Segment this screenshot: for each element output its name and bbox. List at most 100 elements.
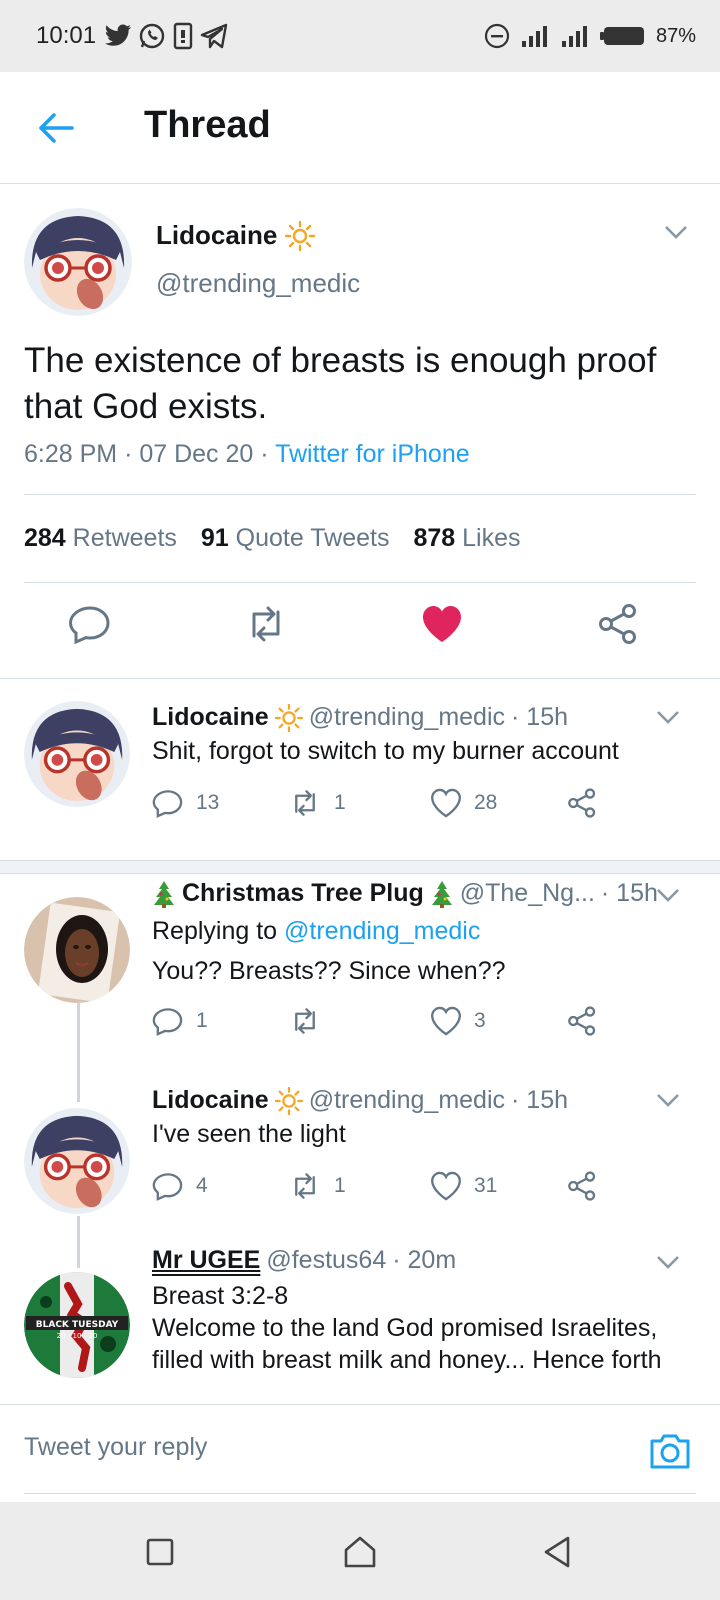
author-name-row: Lidocaine [156, 220, 316, 251]
avatar[interactable] [24, 1108, 130, 1214]
tweet-stats: 284 Retweets 91 Quote Tweets 878 Likes [24, 524, 521, 553]
reply-input[interactable]: Tweet your reply [24, 1433, 207, 1462]
battery-percent: 87% [655, 24, 696, 47]
avatar-text: 20 - 10 - 20 [57, 1332, 98, 1340]
chevron-down-icon[interactable] [656, 709, 680, 725]
replying-to: Replying to @trending_medic [152, 915, 480, 947]
quotes-stat[interactable]: 91 Quote Tweets [201, 524, 390, 553]
reply-count: 13 [196, 791, 220, 814]
page-title: Thread [144, 104, 271, 146]
reply-action[interactable]: 1 [152, 1005, 208, 1037]
retweet-icon [295, 790, 315, 816]
author-handle[interactable]: @trending_medic [309, 703, 505, 732]
reply-tweet[interactable]: BLACK TUESDAY 20 - 10 - 20 Mr UGEE @fest… [0, 1250, 720, 1404]
author-handle[interactable]: @festus64 [266, 1250, 386, 1275]
retweet-action[interactable] [288, 1005, 334, 1037]
reply-actions: 4 1 31 [152, 1170, 692, 1206]
replying-to-handle[interactable]: @trending_medic [284, 917, 480, 945]
thread-header: Thread [0, 72, 720, 184]
home-button[interactable] [340, 1532, 380, 1572]
author-name[interactable]: Christmas Tree Plug [182, 879, 424, 908]
sun-icon [274, 703, 303, 732]
reply-icon [152, 1173, 183, 1201]
avatar[interactable] [24, 897, 130, 1003]
reply-count: 1 [196, 1009, 208, 1032]
likes-label: Likes [462, 524, 521, 552]
avatar[interactable] [24, 701, 130, 807]
share-action[interactable] [566, 1005, 598, 1037]
telegram-notification-icon [200, 23, 228, 49]
author-name[interactable]: Mr UGEE [152, 1250, 260, 1275]
retweet-icon[interactable] [244, 602, 288, 646]
reply-text: I've seen the light [152, 1120, 346, 1148]
reply-actions: 1 3 [152, 1005, 692, 1041]
whatsapp-notification-icon [139, 23, 165, 49]
system-icons: 87% [484, 20, 696, 52]
share-action[interactable] [566, 787, 598, 819]
avatar[interactable]: BLACK TUESDAY 20 - 10 - 20 [24, 1272, 130, 1378]
quotes-count: 91 [200, 524, 229, 552]
tree-icon [154, 880, 174, 908]
chevron-down-icon[interactable] [656, 887, 680, 903]
reply-action[interactable]: 13 [152, 787, 219, 819]
composer-underline [24, 1493, 696, 1494]
likes-count: 878 [413, 524, 456, 552]
quotes-label: Quote Tweets [235, 524, 390, 552]
author-handle[interactable]: @The_Ng... [460, 879, 595, 908]
reply-icon [152, 1008, 183, 1036]
tweet-source[interactable]: Twitter for iPhone [275, 440, 470, 468]
likes-stat[interactable]: 878 Likes [413, 524, 520, 553]
reply-icon[interactable] [68, 602, 112, 646]
reply-time: · 15h [600, 879, 658, 907]
reply-text: Shit, forgot to switch to my burner acco… [152, 737, 619, 765]
retweet-action[interactable]: 1 [288, 1170, 346, 1202]
battery-icon [599, 27, 644, 45]
sim-notification-icon [173, 22, 193, 50]
reply-text: You?? Breasts?? Since when?? [152, 957, 506, 985]
dnd-icon [484, 23, 510, 49]
reply-actions: 13 1 28 [152, 787, 692, 823]
author-name[interactable]: Lidocaine [152, 703, 269, 732]
share-icon [568, 1006, 596, 1036]
heart-outline-icon [431, 1171, 461, 1201]
reply-time: · 15h [511, 1086, 568, 1114]
like-action[interactable]: 28 [430, 787, 497, 819]
like-action[interactable]: 3 [430, 1005, 486, 1037]
chevron-down-icon[interactable] [656, 1254, 680, 1270]
camera-icon[interactable] [648, 1429, 692, 1473]
chevron-down-icon[interactable] [664, 224, 688, 240]
replying-to-prefix: Replying to [152, 917, 278, 945]
signal-icon-sim1 [521, 26, 547, 47]
author-handle[interactable]: @trending_medic [309, 1086, 505, 1115]
author-name[interactable]: Lidocaine [152, 1086, 269, 1115]
chevron-down-icon[interactable] [656, 1092, 680, 1108]
status-time: 10:01 [36, 22, 97, 49]
heart-icon[interactable] [420, 602, 464, 646]
share-action[interactable] [566, 1170, 598, 1202]
retweet-icon [295, 1173, 315, 1199]
tweet-meta: 6:28 PM · 07 Dec 20 · Twitter for iPhone [24, 440, 470, 469]
share-icon [568, 1171, 596, 1201]
author-handle[interactable]: @trending_medic [156, 268, 360, 299]
reply-header: Mr UGEE @festus64 · 20m [152, 1250, 456, 1275]
tweet-date: 07 Dec 20 [139, 440, 254, 468]
back-arrow-icon[interactable] [36, 108, 76, 148]
retweets-stat[interactable]: 284 Retweets [24, 524, 177, 553]
reply-header: Christmas Tree Plug @The_Ng... · 15h [152, 879, 658, 908]
divider [24, 582, 696, 583]
tweet-time: 6:28 PM [24, 440, 118, 468]
share-icon[interactable] [596, 602, 640, 646]
reply-action[interactable]: 4 [152, 1170, 208, 1202]
conversation-separator [0, 860, 720, 874]
recents-button[interactable] [140, 1532, 180, 1572]
retweet-action[interactable]: 1 [288, 787, 346, 819]
avatar[interactable] [24, 208, 132, 316]
like-action[interactable]: 31 [430, 1170, 497, 1202]
signal-icon-sim2 [561, 26, 587, 47]
sun-icon [285, 220, 316, 251]
back-button[interactable] [538, 1532, 578, 1572]
author-name[interactable]: Lidocaine [156, 220, 277, 251]
reply-time: · 20m [392, 1250, 457, 1274]
tweet-actions [0, 602, 720, 662]
retweet-count: 1 [334, 791, 346, 814]
